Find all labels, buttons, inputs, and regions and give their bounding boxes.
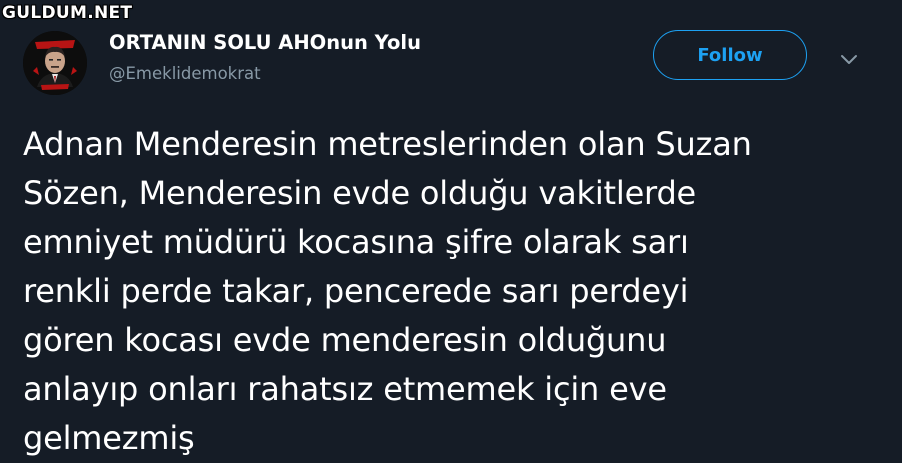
watermark-logo: GULDUM.NET xyxy=(2,3,133,23)
tweet-text: Adnan Menderesin metreslerinden olan Suz… xyxy=(23,125,752,457)
chevron-down-icon[interactable] xyxy=(838,49,860,71)
user-handle[interactable]: @Emeklidemokrat xyxy=(109,64,261,83)
avatar-image xyxy=(23,31,87,95)
display-name[interactable]: ORTANIN SOLU AHOnun Yolu xyxy=(109,31,421,54)
follow-button-label: Follow xyxy=(697,44,763,66)
follow-button[interactable]: Follow xyxy=(653,30,807,80)
avatar[interactable] xyxy=(23,31,87,95)
